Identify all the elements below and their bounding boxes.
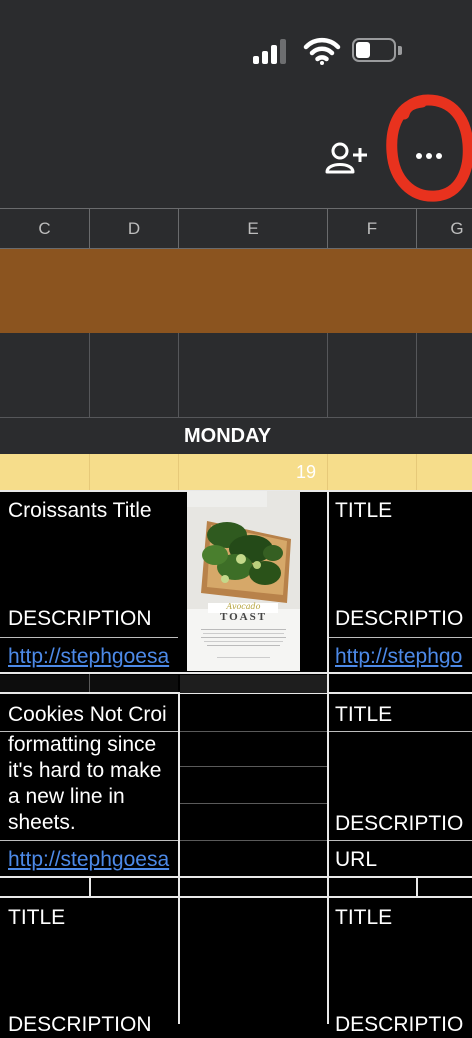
recipe-title-cell[interactable]: TITLE bbox=[335, 498, 472, 524]
column-header-f[interactable]: F bbox=[328, 209, 417, 248]
recipe-title-cell[interactable]: TITLE bbox=[335, 702, 472, 728]
description-line: formatting since bbox=[8, 733, 157, 756]
date-number: 19 bbox=[296, 462, 317, 482]
description-line: it's hard to make bbox=[8, 759, 162, 782]
recipe-description-cell[interactable]: DESCRIPTION bbox=[8, 606, 176, 632]
recipe-title-cell[interactable]: TITLE bbox=[8, 905, 176, 931]
red-circle-annotation bbox=[386, 94, 472, 202]
brown-header-band[interactable] bbox=[0, 249, 472, 333]
card-title-big: TOAST bbox=[219, 611, 268, 623]
avocado-toast-photo bbox=[187, 491, 300, 609]
column-header-g[interactable]: G bbox=[417, 209, 472, 248]
date-row[interactable]: 19 bbox=[0, 454, 472, 490]
app-toolbar bbox=[0, 0, 472, 208]
add-person-icon[interactable] bbox=[324, 140, 368, 176]
recipe-description-cell[interactable]: DESCRIPTIO bbox=[335, 811, 472, 837]
recipe-description-cell[interactable]: formatting since it's hard to make a new… bbox=[8, 732, 176, 836]
battery-icon bbox=[352, 38, 402, 64]
column-header-d[interactable]: D bbox=[90, 209, 179, 248]
recipe-url-link[interactable]: http://stephgoesa bbox=[8, 644, 176, 670]
column-header-row: C D E F G bbox=[0, 208, 472, 249]
signal-icon bbox=[253, 38, 293, 64]
wifi-icon bbox=[303, 37, 341, 65]
recipe-description-cell[interactable]: DESCRIPTION bbox=[8, 1012, 176, 1038]
recipe-url-link[interactable]: http://stephgo bbox=[335, 644, 472, 670]
day-row[interactable]: MONDAY bbox=[0, 418, 472, 454]
recipe-url-link[interactable]: http://stephgoesa bbox=[8, 847, 176, 873]
recipe-url-cell[interactable]: URL bbox=[335, 847, 472, 873]
recipe-description-cell[interactable]: DESCRIPTIO bbox=[335, 606, 472, 632]
recipe-card-image[interactable]: Avocado TOAST bbox=[187, 491, 300, 671]
column-header-c[interactable]: C bbox=[0, 209, 90, 248]
empty-row[interactable] bbox=[0, 333, 472, 418]
column-header-e[interactable]: E bbox=[179, 209, 328, 248]
recipe-description-cell[interactable]: DESCRIPTIO bbox=[335, 1012, 472, 1038]
card-title-small: Avocado bbox=[226, 602, 261, 611]
recipe-title-cell[interactable]: Cookies Not Croi bbox=[8, 702, 176, 728]
description-line: a new line in bbox=[8, 785, 125, 808]
recipe-title-cell[interactable]: Croissants Title bbox=[8, 498, 176, 524]
recipe-title-cell[interactable]: TITLE bbox=[335, 905, 472, 931]
day-label: MONDAY bbox=[184, 425, 272, 447]
description-line: sheets. bbox=[8, 811, 76, 834]
